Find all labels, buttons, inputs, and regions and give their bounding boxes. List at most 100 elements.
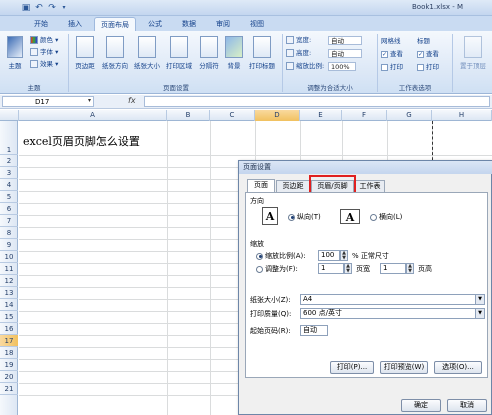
- row-header[interactable]: 8: [0, 227, 18, 239]
- spin-arrows-icon[interactable]: ▲ ▼: [406, 263, 414, 274]
- row-header[interactable]: 21: [0, 383, 18, 395]
- cancel-button[interactable]: 取消: [447, 399, 487, 412]
- dialog-tab-sheet[interactable]: 工作表: [355, 180, 385, 192]
- headings-print-label: 打印: [426, 63, 439, 71]
- column-header-g[interactable]: G: [387, 110, 432, 121]
- name-box[interactable]: D17: [2, 96, 94, 107]
- row-header[interactable]: 16: [0, 323, 18, 335]
- row-header[interactable]: 13: [0, 287, 18, 299]
- print-quality-select[interactable]: 600 点/英寸 ▼: [300, 308, 485, 319]
- print-preview-button[interactable]: 打印预览(W): [380, 361, 428, 374]
- tab-view[interactable]: 视图: [242, 17, 272, 31]
- paper-size-select[interactable]: A4 ▼: [300, 294, 485, 305]
- portrait-page-icon: A: [262, 207, 278, 225]
- first-page-number-input[interactable]: 自动: [300, 325, 328, 336]
- row-header[interactable]: 20: [0, 371, 18, 383]
- row-header[interactable]: 7: [0, 215, 18, 227]
- fonts-button[interactable]: 字体 ▾: [30, 47, 58, 58]
- fit-option-label: 调整为(F):: [265, 265, 298, 273]
- undo-icon[interactable]: ↶: [33, 2, 45, 14]
- select-all-corner[interactable]: [0, 110, 19, 121]
- row-header[interactable]: 11: [0, 263, 18, 275]
- tab-insert[interactable]: 插入: [60, 17, 90, 31]
- ribbon-tabs: 开始 插入 页面布局 公式 数据 审阅 视图: [0, 16, 492, 31]
- print-titles-button[interactable]: 打印标题: [246, 34, 278, 80]
- landscape-radio[interactable]: 横向(L): [370, 212, 402, 222]
- effects-button[interactable]: 效果 ▾: [30, 59, 58, 70]
- tab-page-layout[interactable]: 页面布局: [94, 17, 136, 31]
- height-dropdown[interactable]: 自动: [328, 48, 362, 58]
- bring-to-front-button[interactable]: 置于顶层: [455, 34, 491, 80]
- row-header[interactable]: 5: [0, 191, 18, 203]
- fit-radio[interactable]: 调整为(F):: [256, 264, 298, 274]
- zoom-spinbox[interactable]: 100 ▲ ▼: [318, 250, 348, 261]
- quick-access-dropdown-icon[interactable]: ▾: [58, 2, 70, 14]
- themes-button[interactable]: 主题: [4, 34, 26, 80]
- height-control[interactable]: 高度: 自动: [286, 48, 362, 59]
- formula-input[interactable]: [144, 96, 490, 107]
- row-header[interactable]: 18: [0, 347, 18, 359]
- row-header[interactable]: 10: [0, 251, 18, 263]
- colors-button[interactable]: 颜色 ▾: [30, 35, 58, 46]
- width-dropdown[interactable]: 自动: [328, 35, 362, 45]
- row-header[interactable]: 12: [0, 275, 18, 287]
- background-button[interactable]: 背景: [224, 34, 244, 80]
- column-header-b[interactable]: B: [167, 110, 210, 121]
- ok-button[interactable]: 确定: [401, 399, 441, 412]
- save-icon[interactable]: ▣: [20, 2, 32, 14]
- row-header[interactable]: 19: [0, 359, 18, 371]
- gridlines-view-checkbox[interactable]: ✓ 查看: [381, 49, 403, 60]
- column-header-e[interactable]: E: [300, 110, 342, 121]
- orientation-button[interactable]: 纸张方向: [100, 34, 130, 80]
- redo-icon[interactable]: ↷: [46, 2, 58, 14]
- row-header[interactable]: 2: [0, 155, 18, 167]
- row-header[interactable]: 14: [0, 299, 18, 311]
- breaks-button[interactable]: 分隔符: [196, 34, 222, 80]
- column-header-d[interactable]: D: [255, 110, 300, 121]
- tab-home[interactable]: 开始: [26, 17, 56, 31]
- fx-icon[interactable]: fx: [128, 96, 136, 105]
- column-header-c[interactable]: C: [210, 110, 255, 121]
- headings-view-checkbox[interactable]: ✓ 查看: [417, 49, 439, 60]
- group-separator: [282, 34, 283, 92]
- print-area-button[interactable]: 打印区域: [164, 34, 194, 80]
- column-header-f[interactable]: F: [342, 110, 387, 121]
- scale-label: 缩放比例:: [296, 62, 325, 70]
- name-box-dropdown-icon[interactable]: ▾: [88, 97, 91, 104]
- row-header[interactable]: 17: [0, 335, 18, 347]
- spin-arrows-icon[interactable]: ▲ ▼: [340, 250, 348, 261]
- bring-to-front-label: 置于顶层: [460, 62, 486, 70]
- gridlines-print-label: 打印: [390, 63, 403, 71]
- row-header[interactable]: 3: [0, 167, 18, 179]
- zoom-radio[interactable]: 缩放比例(A):: [256, 251, 306, 261]
- row-header[interactable]: 9: [0, 239, 18, 251]
- cell-a1[interactable]: excel页眉页脚怎么设置: [23, 133, 140, 149]
- page-setup-group-label: 页面设置: [163, 84, 189, 92]
- row-header[interactable]: 1: [0, 121, 18, 155]
- size-button[interactable]: 纸张大小: [132, 34, 162, 80]
- headings-print-checkbox[interactable]: 打印: [417, 62, 439, 73]
- print-button[interactable]: 打印(P)...: [330, 361, 374, 374]
- portrait-radio[interactable]: 纵向(T): [288, 212, 321, 222]
- scale-control[interactable]: 缩放比例: 100%: [286, 61, 356, 72]
- options-button[interactable]: 选项(O)...: [434, 361, 482, 374]
- tab-review[interactable]: 审阅: [208, 17, 238, 31]
- fit-tall-spinbox[interactable]: 1 ▲ ▼: [380, 263, 414, 274]
- fit-wide-spinbox[interactable]: 1 ▲ ▼: [318, 263, 352, 274]
- margins-button[interactable]: 页边距: [72, 34, 98, 80]
- column-header-a[interactable]: A: [19, 110, 167, 121]
- tab-formulas[interactable]: 公式: [140, 17, 170, 31]
- paper-size-label: 纸张大小(Z):: [250, 296, 291, 304]
- gridlines-print-checkbox[interactable]: 打印: [381, 62, 403, 73]
- row-header[interactable]: 15: [0, 311, 18, 323]
- tab-data[interactable]: 数据: [174, 17, 204, 31]
- scale-input[interactable]: 100%: [328, 61, 356, 71]
- dialog-tab-page[interactable]: 页面: [247, 179, 275, 192]
- spin-arrows-icon[interactable]: ▲ ▼: [344, 263, 352, 274]
- column-header-h[interactable]: H: [432, 110, 492, 121]
- row-header[interactable]: 4: [0, 179, 18, 191]
- window-title: Book1.xlsx - M: [412, 3, 463, 11]
- row-header[interactable]: 6: [0, 203, 18, 215]
- width-control[interactable]: 宽度: 自动: [286, 35, 362, 46]
- dialog-tab-margins[interactable]: 页边距: [276, 180, 310, 192]
